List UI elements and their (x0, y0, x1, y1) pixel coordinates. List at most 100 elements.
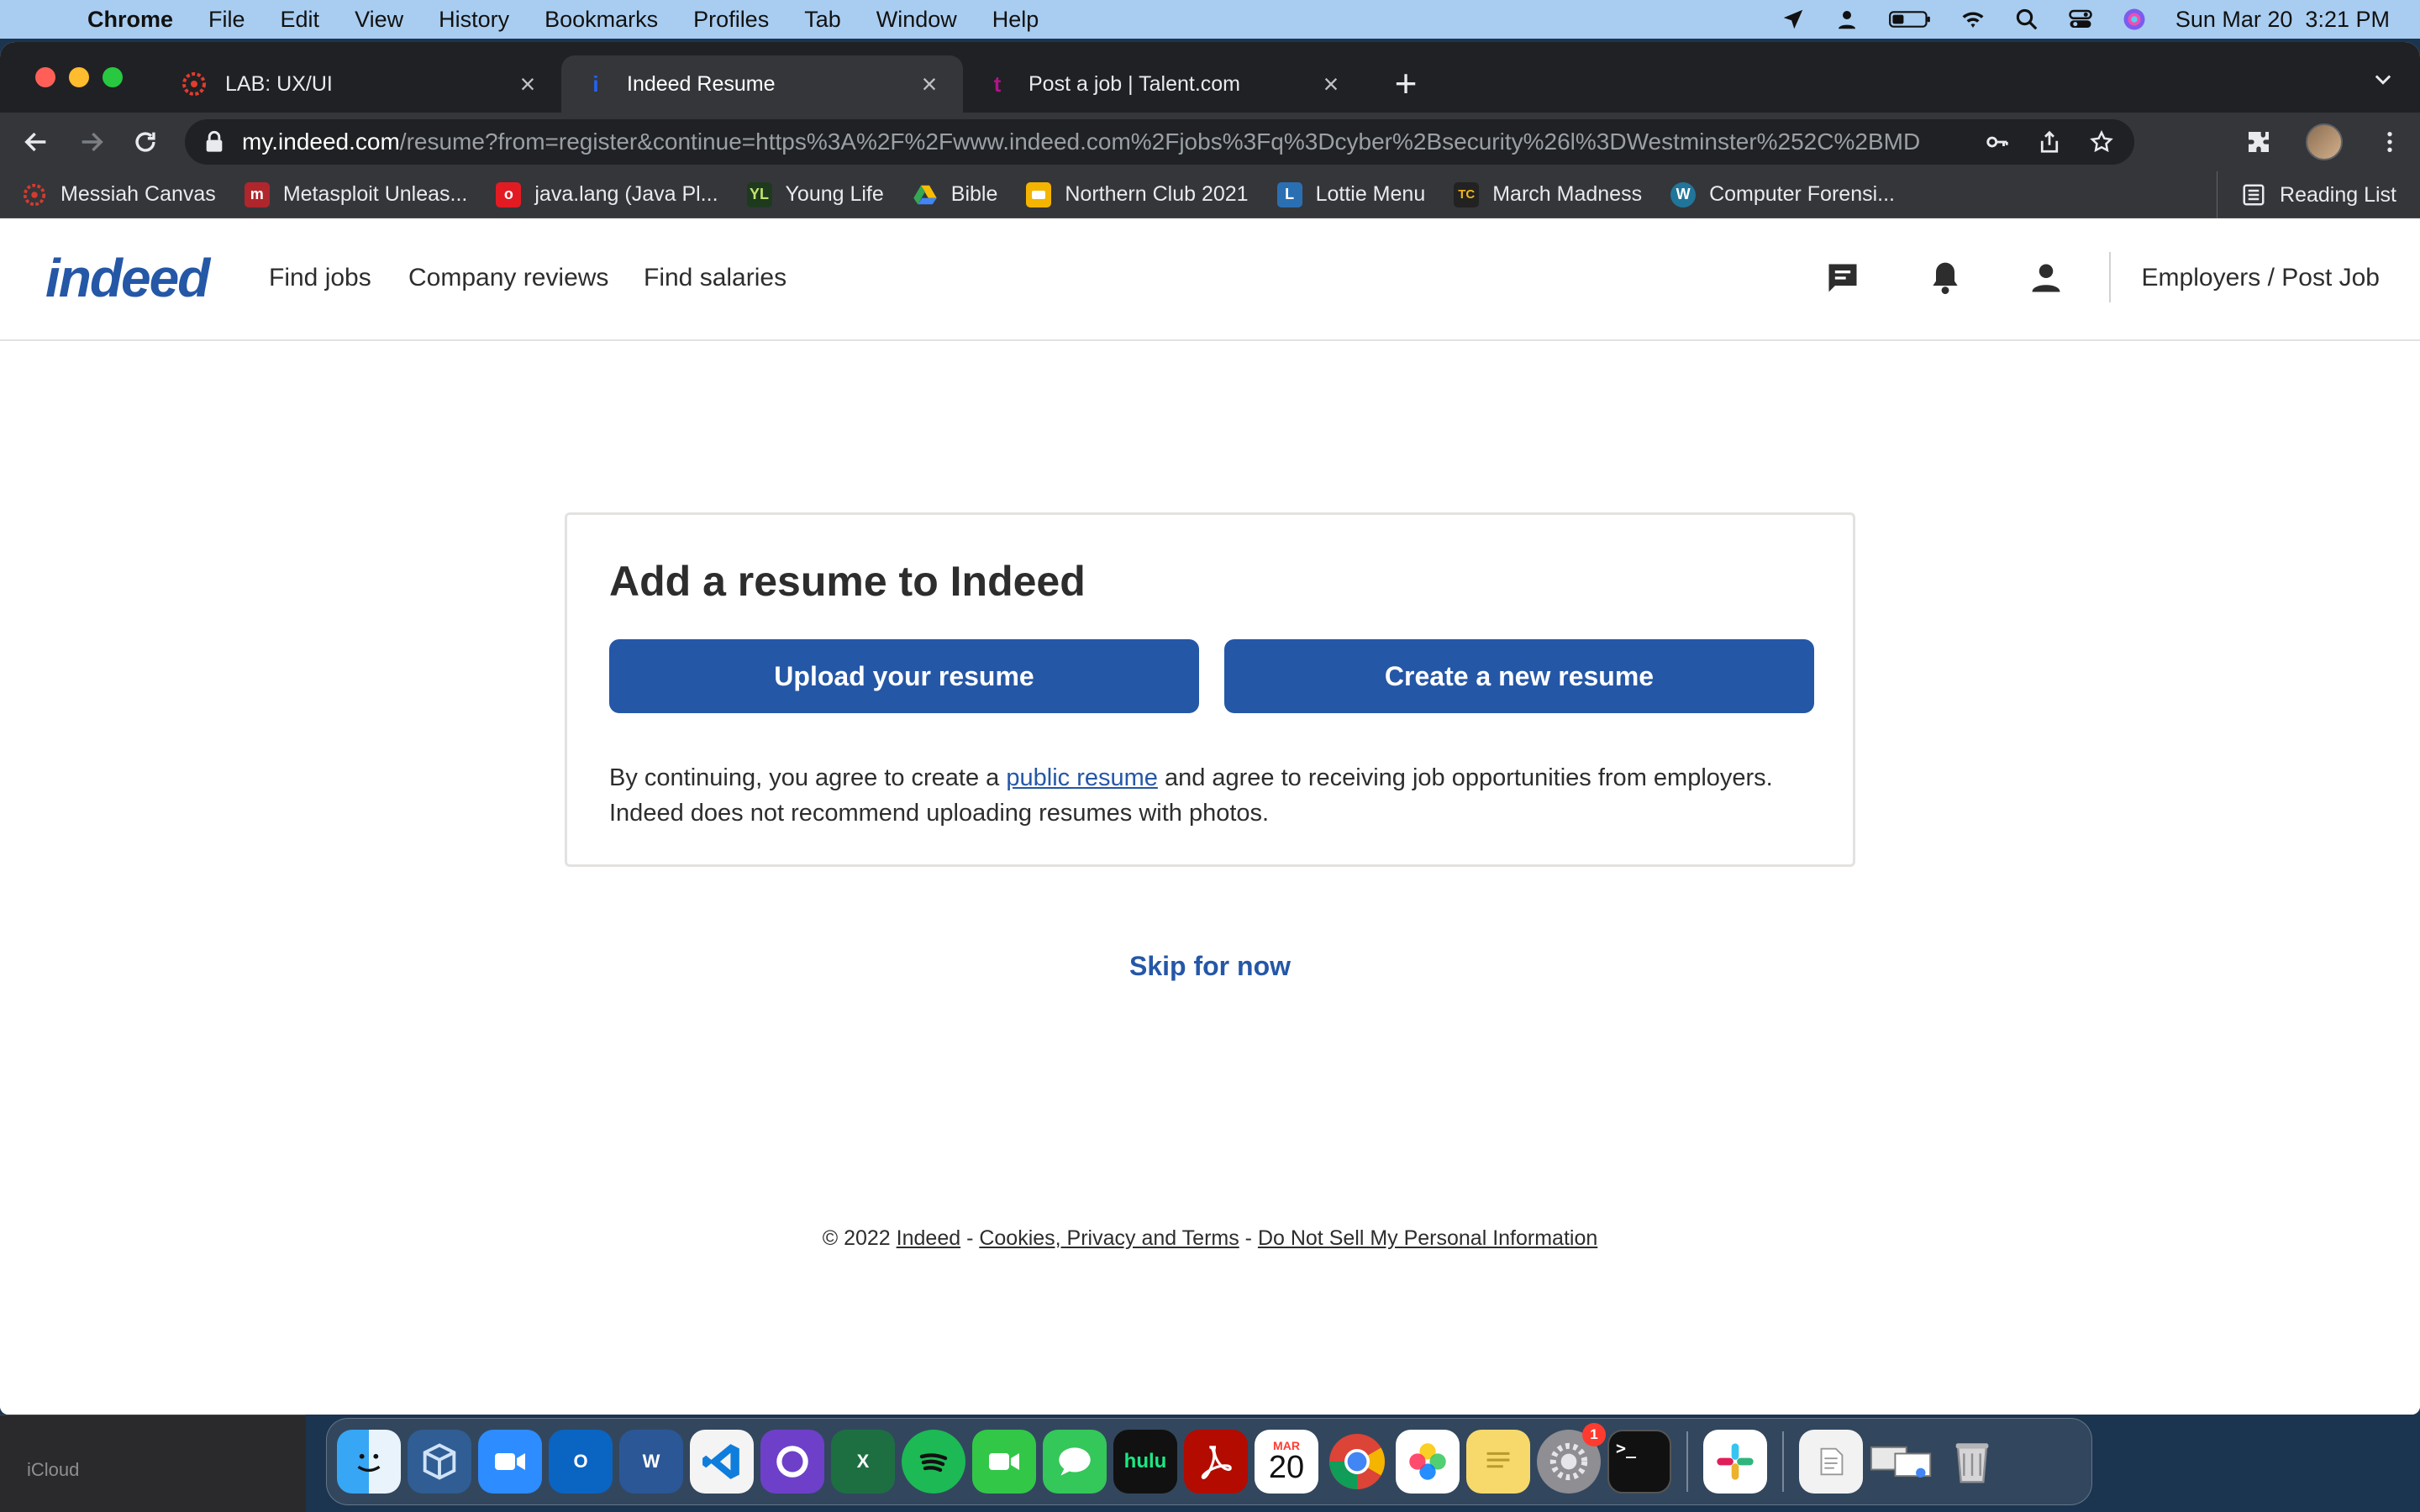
window-minimize-button[interactable] (69, 67, 89, 87)
menu-window[interactable]: Window (876, 7, 957, 33)
canvas-icon (180, 70, 208, 98)
profile-avatar[interactable] (2306, 123, 2343, 160)
address-bar[interactable]: my.indeed.com/resume?from=register&conti… (185, 119, 2134, 165)
vscode-icon[interactable] (690, 1430, 754, 1494)
menu-app-name[interactable]: Chrome (87, 7, 173, 33)
url-path: /resume?from=register&continue=https%3A%… (399, 129, 1921, 155)
tab-title: Post a job | Talent.com (1028, 71, 1241, 96)
calendar-icon[interactable]: MAR 20 (1255, 1430, 1318, 1494)
bookmark-northern-club[interactable]: Northern Club 2021 (1026, 181, 1249, 207)
bookmark-metasploit[interactable]: m Metasploit Unleas... (244, 181, 467, 207)
document-stack-icon[interactable] (1799, 1430, 1863, 1494)
nav-company-reviews[interactable]: Company reviews (408, 257, 608, 299)
photos-icon[interactable] (1396, 1430, 1460, 1494)
tab-close-icon[interactable]: × (514, 69, 541, 100)
github-desktop-icon[interactable] (760, 1430, 824, 1494)
window-zoom-button[interactable] (103, 67, 123, 87)
reload-icon[interactable] (126, 123, 165, 161)
bookmark-lottie-menu[interactable]: L Lottie Menu (1276, 181, 1425, 207)
chrome-menu-icon[interactable] (2376, 129, 2403, 155)
nav-find-jobs[interactable]: Find jobs (269, 257, 371, 299)
spotlight-search-icon[interactable] (2014, 7, 2039, 32)
recent-windows-stack-icon[interactable] (1870, 1430, 1933, 1494)
employers-post-job-link[interactable]: Employers / Post Job (2142, 257, 2380, 299)
extensions-puzzle-icon[interactable] (2245, 129, 2272, 155)
zoom-icon[interactable] (478, 1430, 542, 1494)
system-preferences-icon[interactable]: 1 (1537, 1423, 1606, 1494)
menu-edit[interactable]: Edit (281, 7, 320, 33)
menu-view[interactable]: View (355, 7, 403, 33)
slack-icon[interactable] (1703, 1430, 1767, 1494)
create-new-resume-button[interactable]: Create a new resume (1224, 639, 1814, 713)
metasploit-icon: m (244, 181, 270, 207)
location-icon[interactable] (1781, 7, 1806, 32)
nav-find-salaries[interactable]: Find salaries (644, 257, 786, 299)
share-icon[interactable] (2037, 129, 2062, 155)
upload-resume-button[interactable]: Upload your resume (609, 639, 1199, 713)
tab-close-icon[interactable]: × (1318, 69, 1344, 100)
tab-talent-post-job[interactable]: t Post a job | Talent.com × (963, 55, 1365, 113)
toolbar-right-actions (2245, 121, 2403, 163)
icloud-label[interactable]: iCloud (27, 1459, 79, 1481)
public-resume-link[interactable]: public resume (1006, 764, 1158, 791)
word-icon[interactable]: W (619, 1430, 683, 1494)
copyright-text: © 2022 (822, 1226, 897, 1250)
siri-icon[interactable] (2122, 7, 2147, 32)
tab-indeed-resume[interactable]: i Indeed Resume × (561, 55, 963, 113)
finder-icon[interactable] (337, 1430, 401, 1494)
menu-help[interactable]: Help (992, 7, 1039, 33)
facetime-icon[interactable] (972, 1430, 1036, 1494)
tab-close-icon[interactable]: × (916, 69, 943, 100)
trash-icon[interactable] (1940, 1430, 2004, 1494)
bookmark-computer-forensics[interactable]: W Computer Forensi... (1670, 181, 1895, 207)
indeed-page: indeed Find jobs Company reviews Find sa… (0, 218, 2420, 1415)
new-tab-button[interactable]: + (1385, 62, 1427, 104)
wifi-icon[interactable] (1960, 7, 1986, 32)
young-life-icon: YL (746, 181, 772, 207)
tab-lab-ux-ui[interactable]: LAB: UX/UI × (160, 55, 561, 113)
chrome-icon[interactable] (1325, 1430, 1389, 1494)
acrobat-icon[interactable] (1184, 1430, 1248, 1494)
messages-app-icon[interactable] (1043, 1430, 1107, 1494)
hulu-icon[interactable]: hulu (1113, 1430, 1177, 1494)
menu-bookmarks[interactable]: Bookmarks (544, 7, 658, 33)
notifications-bell-icon[interactable] (1924, 257, 1966, 299)
lock-icon[interactable] (203, 130, 225, 154)
account-person-icon[interactable] (2025, 257, 2067, 299)
tab-title: Indeed Resume (627, 71, 776, 96)
menu-history[interactable]: History (439, 7, 509, 33)
footer-do-not-sell-link[interactable]: Do Not Sell My Personal Information (1258, 1226, 1597, 1250)
virtualbox-icon[interactable] (408, 1430, 471, 1494)
footer-indeed-link[interactable]: Indeed (897, 1226, 960, 1250)
dock-separator (1782, 1431, 1784, 1492)
forward-arrow-icon[interactable] (72, 123, 111, 161)
excel-icon[interactable]: X (831, 1430, 895, 1494)
messages-icon[interactable] (1822, 257, 1864, 299)
outlook-icon[interactable]: O (549, 1430, 613, 1494)
stickies-icon[interactable] (1466, 1430, 1530, 1494)
footer-cookies-privacy-link[interactable]: Cookies, Privacy and Terms (979, 1226, 1239, 1250)
tab-search-chevron-icon[interactable] (2371, 67, 2395, 97)
skip-for-now-link[interactable]: Skip for now (0, 951, 2420, 982)
reading-list-button[interactable]: Reading List (2217, 171, 2396, 218)
bookmark-messiah-canvas[interactable]: Messiah Canvas (22, 182, 216, 207)
menu-bar-clock[interactable]: Sun Mar 20 3:21 PM (2175, 7, 2390, 33)
bookmark-bible[interactable]: Bible (913, 182, 997, 207)
window-close-button[interactable] (35, 67, 55, 87)
back-arrow-icon[interactable] (17, 123, 55, 161)
key-icon[interactable] (1985, 129, 2010, 155)
terminal-icon[interactable]: >_ (1607, 1430, 1671, 1494)
menu-tab[interactable]: Tab (804, 7, 841, 33)
user-switch-icon[interactable] (1834, 7, 1860, 32)
indeed-logo[interactable]: indeed (45, 248, 210, 309)
menu-profiles[interactable]: Profiles (693, 7, 769, 33)
bookmark-star-icon[interactable] (2089, 129, 2114, 155)
bookmark-march-madness[interactable]: TC March Madness (1454, 181, 1642, 207)
control-center-icon[interactable] (2068, 7, 2093, 32)
bookmark-java-lang[interactable]: o java.lang (Java Pl... (496, 181, 718, 207)
spotify-icon[interactable] (902, 1430, 965, 1494)
consent-text-part: By continuing, you agree to create a (609, 764, 1007, 791)
bookmark-young-life[interactable]: YL Young Life (746, 181, 884, 207)
menu-file[interactable]: File (208, 7, 245, 33)
battery-icon[interactable] (1888, 7, 1932, 32)
